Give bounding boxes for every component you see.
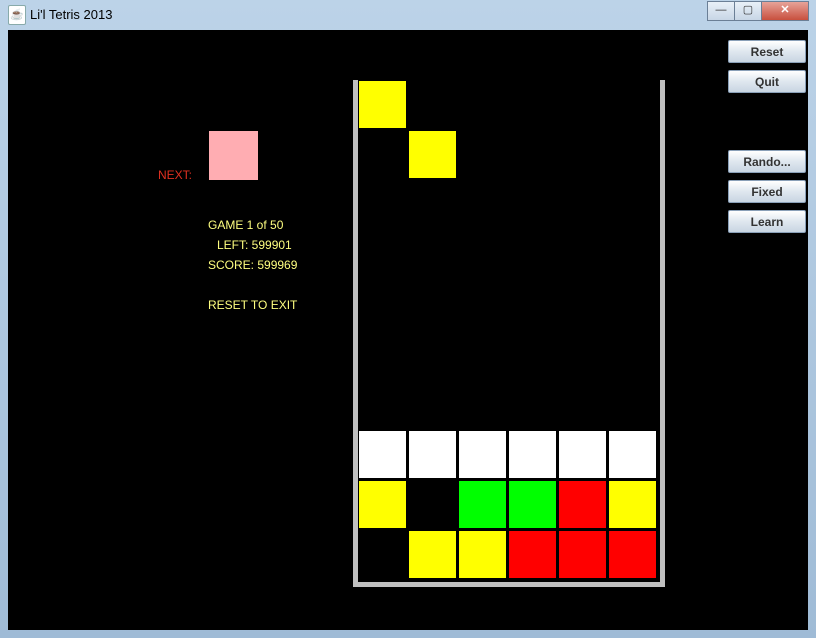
title-bar[interactable]: ☕ Li'l Tetris 2013 — ▢ ✕ bbox=[0, 0, 816, 30]
stacked-block bbox=[558, 430, 607, 479]
java-app-icon: ☕ bbox=[8, 5, 26, 25]
well-floor bbox=[353, 582, 665, 587]
game-counter: GAME 1 of 50 bbox=[208, 218, 284, 232]
quit-button[interactable]: Quit bbox=[728, 70, 806, 93]
stacked-block bbox=[358, 430, 407, 479]
stacked-block bbox=[508, 480, 557, 529]
well-right-wall bbox=[660, 80, 665, 587]
falling-block bbox=[358, 80, 407, 129]
stacked-block bbox=[508, 430, 557, 479]
next-label: NEXT: bbox=[158, 168, 193, 182]
fixed-mode-button[interactable]: Fixed bbox=[728, 180, 806, 203]
close-icon[interactable]: ✕ bbox=[761, 1, 809, 21]
stacked-block bbox=[458, 480, 507, 529]
stacked-block bbox=[408, 430, 457, 479]
stacked-block bbox=[608, 480, 657, 529]
games-left: LEFT: 599901 bbox=[217, 238, 292, 252]
tetris-well bbox=[353, 80, 665, 587]
stacked-block bbox=[458, 430, 507, 479]
reset-hint: RESET TO EXIT bbox=[208, 298, 298, 312]
falling-block bbox=[408, 130, 457, 179]
game-canvas: NEXT: GAME 1 of 50 LEFT: 599901 SCORE: 5… bbox=[8, 30, 808, 630]
reset-button[interactable]: Reset bbox=[728, 40, 806, 63]
stacked-block bbox=[558, 530, 607, 579]
maximize-icon[interactable]: ▢ bbox=[734, 1, 762, 21]
score-display: SCORE: 599969 bbox=[208, 258, 298, 272]
stacked-block bbox=[608, 430, 657, 479]
window-title: Li'l Tetris 2013 bbox=[30, 7, 113, 22]
stacked-block bbox=[408, 530, 457, 579]
minimize-icon[interactable]: — bbox=[707, 1, 735, 21]
stacked-block bbox=[508, 530, 557, 579]
stacked-block bbox=[358, 480, 407, 529]
stacked-block bbox=[458, 530, 507, 579]
learn-mode-button[interactable]: Learn bbox=[728, 210, 806, 233]
stacked-block bbox=[608, 530, 657, 579]
app-window: ☕ Li'l Tetris 2013 — ▢ ✕ NEXT: GAME 1 of… bbox=[0, 0, 816, 638]
random-mode-button[interactable]: Rando... bbox=[728, 150, 806, 173]
next-piece-preview bbox=[209, 131, 258, 180]
stacked-block bbox=[558, 480, 607, 529]
